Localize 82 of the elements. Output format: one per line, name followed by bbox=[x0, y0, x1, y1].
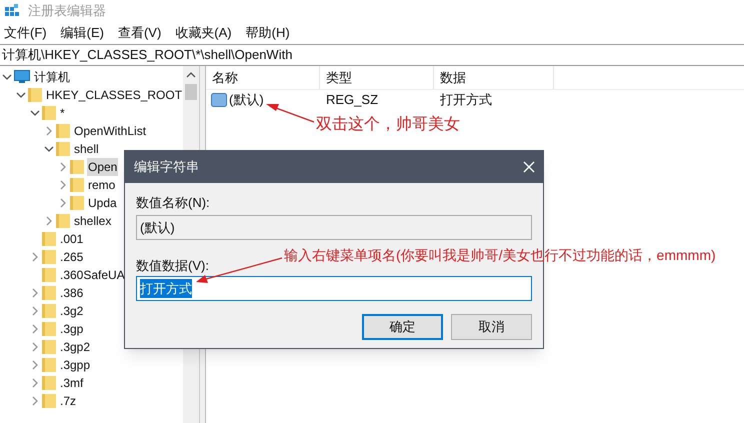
folder-icon bbox=[28, 87, 42, 103]
expand-chevron-icon[interactable] bbox=[32, 396, 38, 406]
tree-item[interactable]: .3gpp bbox=[59, 356, 92, 374]
folder-icon bbox=[56, 213, 70, 229]
tree-item[interactable]: shell bbox=[73, 140, 100, 158]
collapse-chevron-icon[interactable] bbox=[16, 92, 26, 98]
table-cell: 打开方式 bbox=[440, 92, 492, 108]
table-cell-text: (默认) bbox=[229, 91, 264, 110]
folder-icon bbox=[42, 285, 56, 301]
tree-item[interactable]: HKEY_CLASSES_ROOT bbox=[45, 86, 184, 104]
value-name-label: 数值名称(N): bbox=[136, 194, 210, 211]
annotation-text: 双击这个，帅哥美女 bbox=[316, 114, 460, 135]
value-name-field[interactable]: (默认) bbox=[136, 215, 532, 240]
tree-item[interactable]: * bbox=[59, 104, 66, 122]
computer-icon bbox=[14, 70, 30, 84]
annotation-arrow bbox=[266, 104, 314, 123]
menu-item[interactable]: 编辑(E) bbox=[60, 23, 104, 43]
collapse-chevron-icon[interactable] bbox=[2, 74, 12, 80]
tree-item[interactable]: .3mf bbox=[59, 374, 84, 392]
menu-item[interactable]: 收藏夹(A) bbox=[175, 23, 232, 43]
folder-icon bbox=[42, 231, 56, 247]
expand-chevron-icon[interactable] bbox=[32, 324, 38, 334]
string-value-icon bbox=[211, 93, 227, 107]
window-title: 注册表编辑器 bbox=[28, 2, 106, 20]
folder-icon bbox=[70, 159, 84, 175]
menu-item[interactable]: 查看(V) bbox=[118, 23, 162, 43]
folder-icon bbox=[70, 177, 84, 193]
registry-icon bbox=[4, 3, 20, 19]
value-data-field[interactable]: 打开方式 bbox=[136, 276, 532, 301]
address-bar[interactable]: 计算机\HKEY_CLASSES_ROOT\*\shell\OpenWith bbox=[2, 45, 292, 65]
menu-item[interactable]: 帮助(H) bbox=[246, 23, 290, 43]
tree-item[interactable]: .360SafeUA bbox=[59, 266, 126, 284]
expand-chevron-icon[interactable] bbox=[60, 198, 66, 208]
tree-item[interactable]: .001 bbox=[59, 230, 84, 248]
folder-icon bbox=[42, 249, 56, 265]
folder-icon bbox=[56, 141, 70, 157]
column-header[interactable]: 类型 bbox=[326, 68, 352, 88]
tree-item[interactable]: .3gp bbox=[59, 320, 84, 338]
dialog-button[interactable]: 确定 bbox=[362, 314, 443, 340]
expand-chevron-icon[interactable] bbox=[32, 306, 38, 316]
value-data-label: 数值数据(V): bbox=[136, 257, 209, 274]
folder-icon bbox=[42, 375, 56, 391]
collapse-chevron-icon[interactable] bbox=[44, 146, 54, 152]
column-header[interactable]: 名称 bbox=[212, 68, 238, 88]
tree-item[interactable]: .265 bbox=[59, 248, 84, 266]
collapse-chevron-icon[interactable] bbox=[30, 110, 40, 116]
scroll-up-icon[interactable] bbox=[186, 72, 196, 78]
folder-icon bbox=[42, 339, 56, 355]
tree-item[interactable]: .3g2 bbox=[59, 302, 84, 320]
folder-icon bbox=[70, 195, 84, 211]
dialog-title: 编辑字符串 bbox=[134, 158, 199, 176]
tree-item[interactable]: Upda bbox=[87, 194, 118, 212]
expand-chevron-icon[interactable] bbox=[60, 180, 66, 190]
column-header[interactable]: 数据 bbox=[440, 68, 466, 88]
folder-icon bbox=[42, 303, 56, 319]
tree-item[interactable]: .3gp2 bbox=[59, 338, 92, 356]
tree-item[interactable]: 计算机 bbox=[33, 68, 71, 86]
expand-chevron-icon[interactable] bbox=[32, 288, 38, 298]
tree-item[interactable]: OpenWithList bbox=[73, 122, 148, 140]
scroll-thumb[interactable] bbox=[185, 84, 197, 100]
expand-chevron-icon[interactable] bbox=[32, 342, 38, 352]
menu-item[interactable]: 文件(F) bbox=[4, 23, 47, 43]
expand-chevron-icon[interactable] bbox=[46, 126, 52, 136]
folder-icon bbox=[42, 105, 56, 121]
tree-item[interactable]: .7z bbox=[59, 392, 78, 410]
expand-chevron-icon[interactable] bbox=[32, 360, 38, 370]
folder-icon bbox=[56, 123, 70, 139]
expand-chevron-icon[interactable] bbox=[32, 378, 38, 388]
close-icon[interactable] bbox=[523, 161, 535, 173]
tree-item[interactable]: shellex bbox=[73, 212, 112, 230]
dialog-button[interactable]: 取消 bbox=[451, 314, 532, 340]
expand-chevron-icon[interactable] bbox=[32, 252, 38, 262]
table-cell: REG_SZ bbox=[326, 92, 378, 108]
folder-icon bbox=[42, 267, 56, 283]
tree-item[interactable]: remo bbox=[87, 176, 116, 194]
folder-icon bbox=[42, 321, 56, 337]
tree-item[interactable]: .386 bbox=[59, 284, 84, 302]
folder-icon bbox=[42, 393, 56, 409]
folder-icon bbox=[42, 357, 56, 373]
expand-chevron-icon[interactable] bbox=[60, 162, 66, 172]
tree-item[interactable]: Open bbox=[87, 158, 118, 176]
expand-chevron-icon[interactable] bbox=[46, 216, 52, 226]
